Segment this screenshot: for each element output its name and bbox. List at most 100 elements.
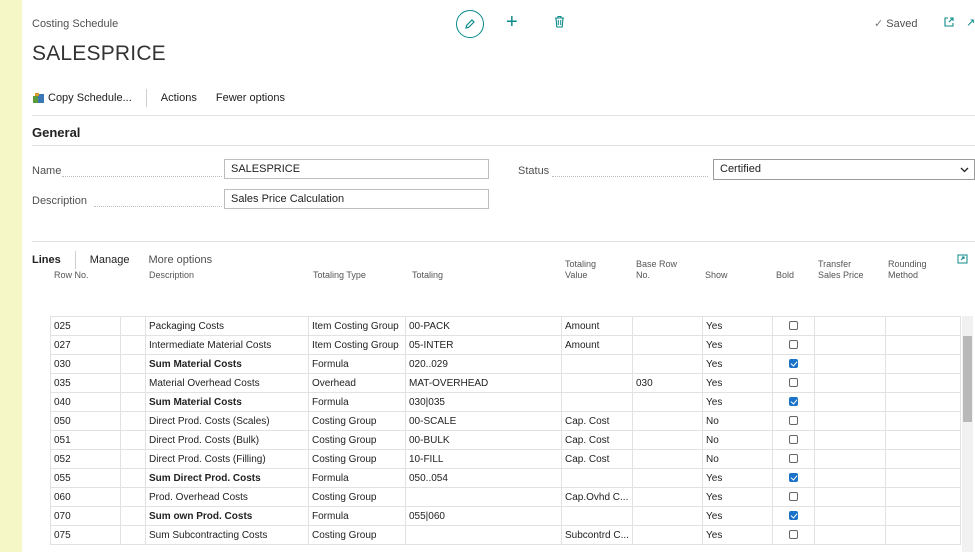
cell-indent[interactable] (120, 392, 146, 412)
section-general-title[interactable]: General (32, 125, 80, 140)
bold-checkbox[interactable] (789, 530, 798, 540)
bold-checkbox[interactable] (789, 378, 798, 388)
table-row[interactable]: 075 Sum Subcontracting Costs Costing Group… (50, 525, 961, 545)
cell-totaling[interactable]: 05-INTER (405, 335, 562, 355)
cell-indent[interactable] (120, 525, 146, 545)
cell-indent[interactable] (120, 354, 146, 374)
cell-transfer-sales-price[interactable] (814, 316, 886, 336)
cell-indent[interactable] (120, 468, 146, 488)
cell-totaling-value[interactable]: Amount (561, 316, 633, 336)
bold-checkbox[interactable] (789, 340, 798, 350)
cell-show[interactable]: Yes (702, 373, 773, 393)
cell-totaling-value[interactable] (561, 392, 633, 412)
cell-base-row-no[interactable] (632, 411, 703, 431)
cell-bold[interactable] (772, 354, 815, 374)
cell-rounding-method[interactable] (885, 487, 961, 507)
bold-checkbox[interactable] (789, 492, 798, 502)
cell-totaling-value[interactable] (561, 373, 633, 393)
col-header-description[interactable]: Description (149, 270, 289, 281)
more-options-button[interactable]: More options (149, 254, 213, 266)
cell-rounding-method[interactable] (885, 373, 961, 393)
cell-show[interactable]: No (702, 449, 773, 469)
cell-description[interactable]: Sum Subcontracting Costs (145, 525, 309, 545)
col-header-transfer-sales-price[interactable]: Transfer Sales Price (818, 259, 874, 281)
cell-totaling-type[interactable]: Item Costing Group (308, 316, 406, 336)
cell-bold[interactable] (772, 316, 815, 336)
cell-totaling-value[interactable] (561, 468, 633, 488)
cell-totaling-type[interactable]: Costing Group (308, 449, 406, 469)
cell-base-row-no[interactable] (632, 430, 703, 450)
copy-schedule-button[interactable]: Copy Schedule... (32, 92, 132, 104)
lines-title[interactable]: Lines (32, 254, 61, 266)
cell-totaling[interactable]: 10-FILL (405, 449, 562, 469)
cell-row-no[interactable]: 051 (50, 430, 121, 450)
cell-totaling-type[interactable]: Formula (308, 392, 406, 412)
cell-description[interactable]: Prod. Overhead Costs (145, 487, 309, 507)
cell-description[interactable]: Sum own Prod. Costs (145, 506, 309, 526)
cell-totaling-type[interactable]: Item Costing Group (308, 335, 406, 355)
cell-description[interactable]: Sum Material Costs (145, 354, 309, 374)
table-row[interactable]: 050 Direct Prod. Costs (Scales) Costing Gr… (50, 411, 961, 431)
table-row[interactable]: 030 Sum Material Costs Formula 020..029 Yes (50, 354, 961, 374)
cell-bold[interactable] (772, 373, 815, 393)
description-field[interactable]: Sales Price Calculation (224, 189, 489, 209)
fewer-options-button[interactable]: Fewer options (216, 92, 285, 104)
cell-transfer-sales-price[interactable] (814, 525, 886, 545)
cell-totaling-type[interactable]: Costing Group (308, 487, 406, 507)
cell-row-no[interactable]: 070 (50, 506, 121, 526)
cell-show[interactable]: Yes (702, 392, 773, 412)
cell-row-no[interactable]: 075 (50, 525, 121, 545)
cell-show[interactable]: Yes (702, 506, 773, 526)
actions-menu[interactable]: Actions (161, 92, 197, 104)
cell-transfer-sales-price[interactable] (814, 411, 886, 431)
cell-bold[interactable] (772, 449, 815, 469)
expand-button[interactable] (957, 251, 968, 269)
col-header-totaling-type[interactable]: Totaling Type (313, 270, 403, 281)
cell-transfer-sales-price[interactable] (814, 506, 886, 526)
manage-menu[interactable]: Manage (90, 254, 130, 266)
cell-base-row-no[interactable] (632, 468, 703, 488)
cell-base-row-no[interactable] (632, 487, 703, 507)
cell-description[interactable]: Sum Direct Prod. Costs (145, 468, 309, 488)
table-row[interactable]: 070 Sum own Prod. Costs Formula 055|060 Yes (50, 506, 961, 526)
col-header-row-no[interactable]: Row No. (54, 270, 114, 281)
col-header-rounding-method[interactable]: Rounding Method (888, 259, 944, 281)
pin-button[interactable]: ↗ (966, 16, 975, 29)
cell-row-no[interactable]: 055 (50, 468, 121, 488)
cell-totaling-type[interactable]: Formula (308, 468, 406, 488)
cell-rounding-method[interactable] (885, 354, 961, 374)
bold-checkbox[interactable] (789, 321, 798, 331)
table-row[interactable]: 025 Packaging Costs Item Costing Group 00-P… (50, 316, 961, 336)
scrollbar-thumb[interactable] (963, 336, 972, 422)
cell-rounding-method[interactable] (885, 449, 961, 469)
cell-description[interactable]: Sum Material Costs (145, 392, 309, 412)
cell-row-no[interactable]: 060 (50, 487, 121, 507)
table-row[interactable]: 027 Intermediate Material Costs Item Costi… (50, 335, 961, 355)
cell-totaling-type[interactable]: Formula (308, 506, 406, 526)
cell-totaling-value[interactable]: Cap.Ovhd C... (561, 487, 633, 507)
cell-base-row-no[interactable] (632, 506, 703, 526)
cell-indent[interactable] (120, 335, 146, 355)
bold-checkbox[interactable] (789, 397, 798, 407)
table-row[interactable]: 055 Sum Direct Prod. Costs Formula 050..054… (50, 468, 961, 488)
cell-description[interactable]: Direct Prod. Costs (Scales) (145, 411, 309, 431)
cell-row-no[interactable]: 040 (50, 392, 121, 412)
add-button[interactable]: + (506, 12, 518, 32)
cell-totaling-value[interactable]: Amount (561, 335, 633, 355)
cell-indent[interactable] (120, 487, 146, 507)
cell-bold[interactable] (772, 487, 815, 507)
cell-row-no[interactable]: 052 (50, 449, 121, 469)
cell-totaling[interactable] (405, 487, 562, 507)
cell-indent[interactable] (120, 316, 146, 336)
cell-totaling-value[interactable]: Cap. Cost (561, 430, 633, 450)
cell-row-no[interactable]: 025 (50, 316, 121, 336)
cell-transfer-sales-price[interactable] (814, 468, 886, 488)
col-header-totaling-value[interactable]: Totaling Value (565, 259, 613, 281)
bold-checkbox[interactable] (789, 359, 798, 369)
cell-bold[interactable] (772, 430, 815, 450)
table-row[interactable]: 060 Prod. Overhead Costs Costing Group Cap.… (50, 487, 961, 507)
cell-totaling[interactable]: 00-BULK (405, 430, 562, 450)
cell-show[interactable]: Yes (702, 335, 773, 355)
bold-checkbox[interactable] (789, 511, 798, 521)
cell-rounding-method[interactable] (885, 525, 961, 545)
